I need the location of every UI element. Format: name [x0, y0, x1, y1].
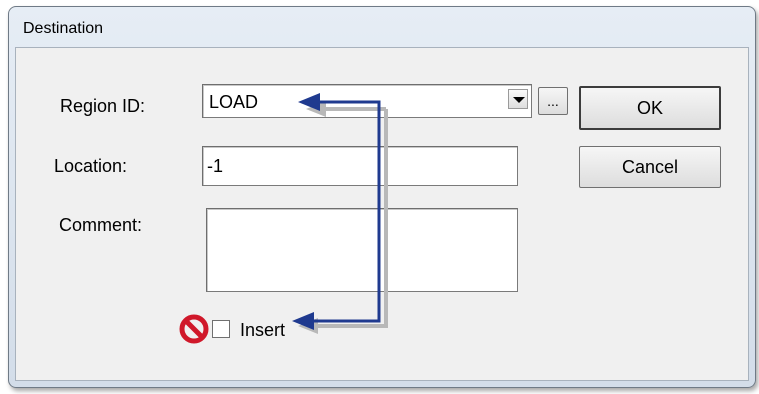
chevron-down-icon[interactable] [508, 89, 528, 109]
insert-label[interactable]: Insert [240, 320, 285, 341]
dialog-body: Region ID: LOAD ... Location: -1 Comment… [15, 47, 749, 381]
location-field[interactable]: -1 [202, 146, 518, 186]
region-id-label: Region ID: [60, 96, 146, 116]
comment-label: Comment: [59, 215, 143, 235]
ok-button[interactable]: OK [579, 86, 721, 130]
insert-checkbox[interactable] [212, 320, 230, 338]
dialog-title: Destination [23, 20, 104, 37]
destination-dialog: Destination Region ID: LOAD ... Location… [8, 6, 756, 388]
comment-textarea[interactable] [206, 208, 518, 292]
region-id-value: LOAD [209, 92, 259, 112]
browse-button[interactable]: ... [538, 87, 568, 115]
cancel-button[interactable]: Cancel [579, 146, 721, 188]
title-bar: Destination [9, 7, 755, 47]
location-label: Location: [54, 156, 128, 176]
region-id-combobox[interactable]: LOAD [202, 84, 532, 118]
location-value: -1 [207, 156, 224, 176]
